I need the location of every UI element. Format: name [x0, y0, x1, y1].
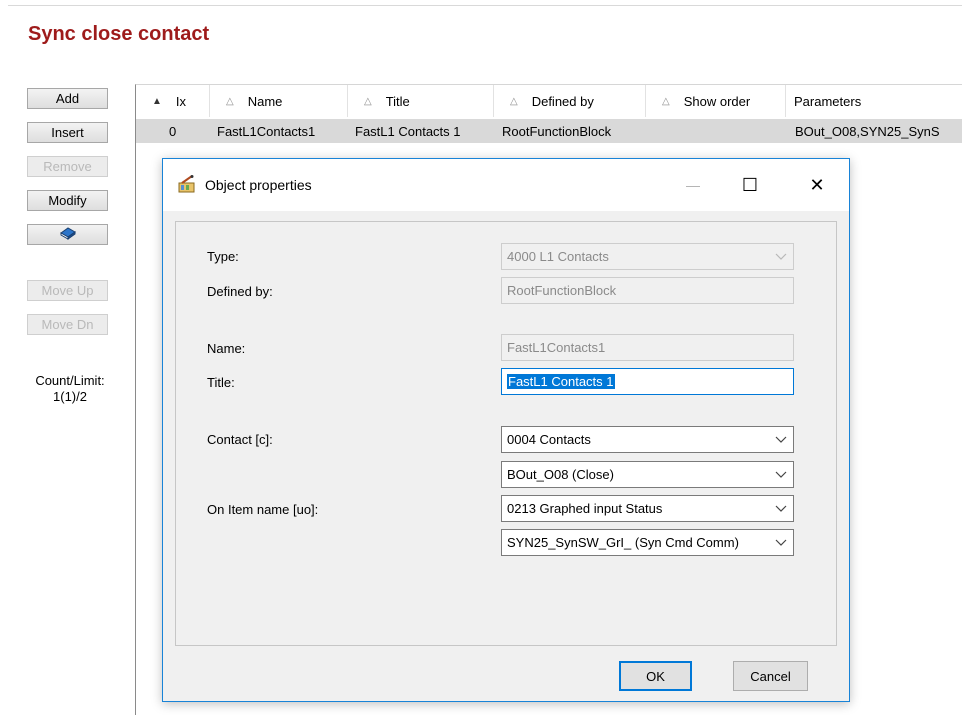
title-label: Title:: [207, 375, 235, 390]
book-icon: [59, 226, 77, 243]
count-limit-value: 1(1)/2: [53, 389, 87, 404]
maximize-button[interactable]: ☐: [727, 171, 773, 199]
cell-parameters: BOut_O08,SYN25_SynS: [795, 124, 940, 139]
chevron-down-icon: [775, 471, 787, 478]
name-field[interactable]: FastL1Contacts1: [501, 334, 794, 361]
contact-select[interactable]: 0004 Contacts: [501, 426, 794, 453]
add-button[interactable]: Add: [27, 88, 108, 109]
cell-name: FastL1Contacts1: [217, 124, 316, 139]
type-label: Type:: [207, 249, 239, 264]
dialog-titlebar[interactable]: Object properties — ☐ ✕: [163, 159, 849, 211]
sort-icon: △: [226, 95, 234, 107]
on-item-select[interactable]: 0213 Graphed input Status: [501, 495, 794, 522]
title-input[interactable]: FastL1 Contacts 1: [501, 368, 794, 395]
move-up-button[interactable]: Move Up: [27, 280, 108, 301]
contact-label: Contact [c]:: [207, 432, 273, 447]
count-limit-label: Count/Limit:: [35, 373, 105, 388]
cell-ix: 0: [169, 124, 177, 139]
minimize-button[interactable]: —: [670, 171, 716, 199]
sort-icon: △: [510, 95, 518, 107]
column-header-show-order[interactable]: △ Show order: [646, 85, 786, 117]
column-header-name[interactable]: △ Name: [210, 85, 348, 117]
cell-title: FastL1 Contacts 1: [355, 124, 461, 139]
contact-item-select[interactable]: BOut_O08 (Close): [501, 461, 794, 488]
chevron-down-icon: [775, 253, 787, 260]
sort-icon: △: [364, 95, 372, 107]
chevron-down-icon: [775, 539, 787, 546]
dialog-title: Object properties: [205, 177, 312, 193]
chevron-down-icon: [775, 505, 787, 512]
column-header-ix[interactable]: ▲ Ix: [136, 85, 210, 117]
column-header-parameters[interactable]: Parameters: [786, 85, 962, 117]
page-title: Sync close contact: [28, 23, 210, 45]
count-limit: Count/Limit: 1(1)/2: [20, 373, 120, 405]
on-item-name-select[interactable]: SYN25_SynSW_GrI_ (Syn Cmd Comm): [501, 529, 794, 556]
defined-by-field: RootFunctionBlock: [501, 277, 794, 304]
type-select[interactable]: 4000 L1 Contacts: [501, 243, 794, 270]
column-header-defined-by[interactable]: △ Defined by: [494, 85, 646, 117]
chevron-down-icon: [775, 436, 787, 443]
sort-icon: △: [662, 95, 670, 107]
insert-button[interactable]: Insert: [27, 122, 108, 143]
move-down-button[interactable]: Move Dn: [27, 314, 108, 335]
cancel-button[interactable]: Cancel: [733, 661, 808, 691]
object-properties-dialog: Object properties — ☐ ✕ Type: 4000 L1 Co…: [162, 158, 850, 702]
name-label: Name:: [207, 341, 246, 356]
ok-button[interactable]: OK: [619, 661, 692, 691]
defined-by-label: Defined by:: [207, 284, 273, 299]
modify-button[interactable]: Modify: [27, 190, 108, 211]
column-header-title[interactable]: △ Title: [348, 85, 494, 117]
remove-button[interactable]: Remove: [27, 156, 108, 177]
sort-up-icon: ▲: [152, 95, 162, 107]
book-button[interactable]: [27, 224, 108, 245]
top-divider: [8, 5, 962, 6]
on-item-label: On Item name [uo]:: [207, 502, 319, 517]
close-button[interactable]: ✕: [794, 171, 840, 199]
cell-defined-by: RootFunctionBlock: [502, 124, 612, 139]
properties-icon: [177, 175, 197, 193]
